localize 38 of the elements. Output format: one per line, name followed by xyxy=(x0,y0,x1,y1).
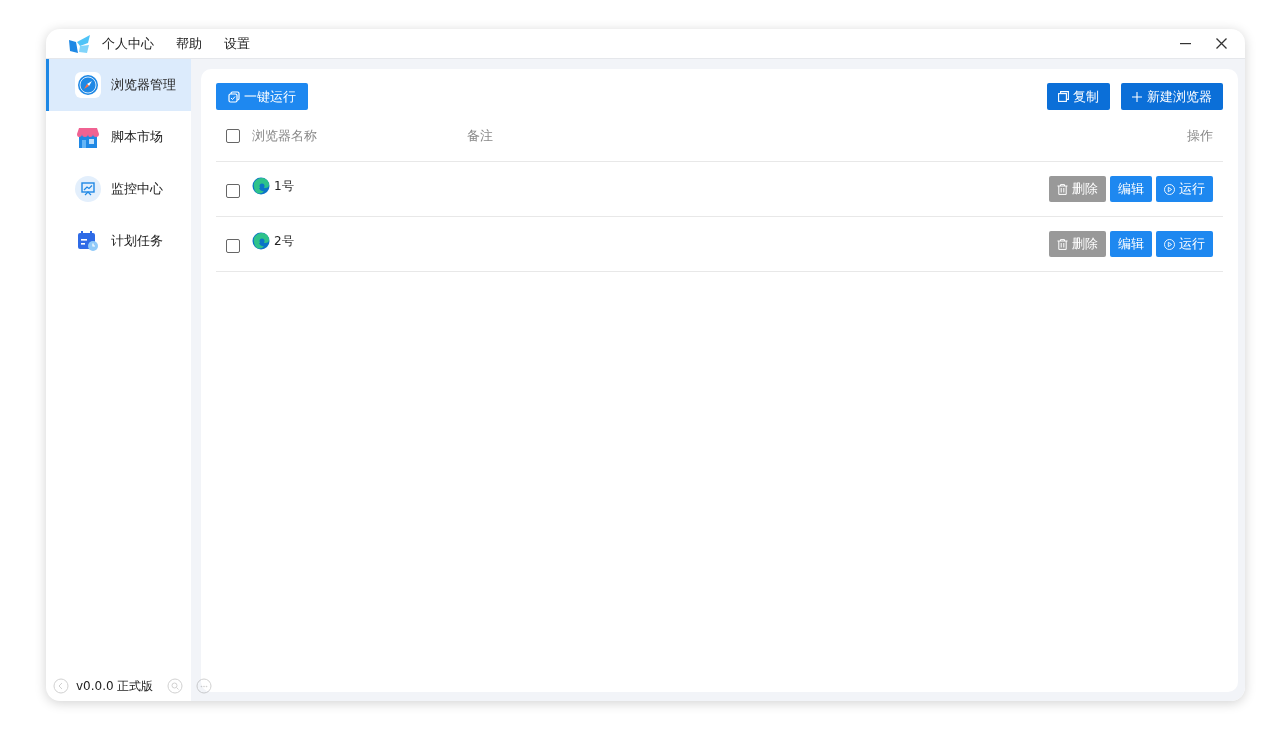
browser-name: 1号 xyxy=(274,178,295,195)
close-icon xyxy=(1215,38,1227,49)
browser-icon xyxy=(252,232,270,250)
browser-name: 2号 xyxy=(274,233,295,250)
play-icon xyxy=(1164,238,1175,250)
run-button[interactable]: 运行 xyxy=(1156,231,1213,257)
minimize-icon xyxy=(1179,42,1191,45)
row-checkbox[interactable] xyxy=(226,239,240,253)
copy-check-icon xyxy=(228,90,240,103)
trash-icon xyxy=(1057,238,1068,250)
plus-icon xyxy=(1132,91,1142,102)
browser-icon xyxy=(252,177,270,195)
delete-button[interactable]: 删除 xyxy=(1049,231,1106,257)
copy-button[interactable]: 复制 xyxy=(1047,83,1110,110)
edit-button[interactable]: 编辑 xyxy=(1110,176,1152,202)
logo-icon xyxy=(68,33,92,54)
shop-icon xyxy=(76,125,100,149)
menu-item[interactable]: 设置 xyxy=(224,33,250,54)
menu-item[interactable]: 个人中心 xyxy=(102,33,154,54)
column-header: 备注 xyxy=(467,126,494,145)
sidebar-item[interactable]: 浏览器管理 xyxy=(46,59,191,111)
new-browser-button[interactable]: 新建浏览器 xyxy=(1121,83,1223,110)
play-icon xyxy=(1164,183,1175,195)
edit-button[interactable]: 编辑 xyxy=(1110,231,1152,257)
delete-button[interactable]: 删除 xyxy=(1049,176,1106,202)
column-header: 浏览器名称 xyxy=(252,126,318,145)
copy-icon xyxy=(1058,91,1069,102)
run-button[interactable]: 运行 xyxy=(1156,176,1213,202)
presentation-icon xyxy=(75,176,101,202)
calendar-icon xyxy=(77,230,99,252)
version-text: v0.0.0 正式版 xyxy=(76,678,154,695)
compass-icon xyxy=(75,72,101,98)
menu-item[interactable]: 帮助 xyxy=(176,33,202,54)
column-header: 操作 xyxy=(1187,126,1213,145)
run-all-button[interactable]: 一键运行 xyxy=(216,83,308,110)
select-all-checkbox[interactable] xyxy=(226,128,240,143)
row-checkbox[interactable] xyxy=(226,184,240,198)
trash-icon xyxy=(1057,183,1068,195)
